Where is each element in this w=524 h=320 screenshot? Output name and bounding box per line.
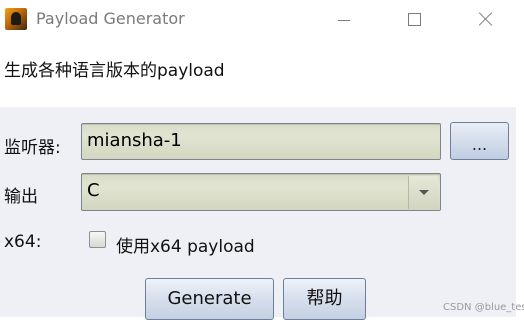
generate-button[interactable]: Generate: [145, 278, 274, 320]
help-button[interactable]: 帮助: [283, 278, 366, 320]
use-x64-checkbox-label[interactable]: 使用x64 payload: [116, 232, 255, 257]
window-title: Payload Generator: [36, 9, 185, 28]
maximize-button[interactable]: [384, 0, 444, 38]
output-selected-value: C: [87, 180, 100, 201]
output-label: 输出: [4, 187, 38, 207]
minimize-button[interactable]: [314, 0, 374, 38]
form-area: 监听器: miansha-1 ... 输出 C x64: 使用x64 paylo…: [0, 107, 524, 320]
listener-label: 监听器:: [4, 138, 61, 158]
listener-field[interactable]: miansha-1: [81, 123, 441, 160]
output-select[interactable]: C: [81, 173, 441, 211]
maximize-icon: [407, 12, 421, 26]
minimize-icon: [338, 19, 350, 21]
close-icon: [478, 11, 494, 27]
watermark: CSDN @blue_test: [443, 302, 524, 313]
chevron-down-icon: [418, 190, 429, 195]
app-icon: [5, 8, 27, 30]
description-panel: 生成各种语言版本的payload: [0, 38, 516, 107]
title-bar: Payload Generator: [0, 0, 524, 38]
browse-listener-button[interactable]: ...: [450, 122, 509, 160]
use-x64-checkbox[interactable]: [89, 231, 106, 248]
close-button[interactable]: [456, 0, 516, 38]
description-text: 生成各种语言版本的payload: [4, 61, 225, 81]
output-dropdown-button[interactable]: [408, 176, 438, 209]
window-edge: [516, 38, 524, 317]
x64-label: x64:: [4, 232, 42, 252]
